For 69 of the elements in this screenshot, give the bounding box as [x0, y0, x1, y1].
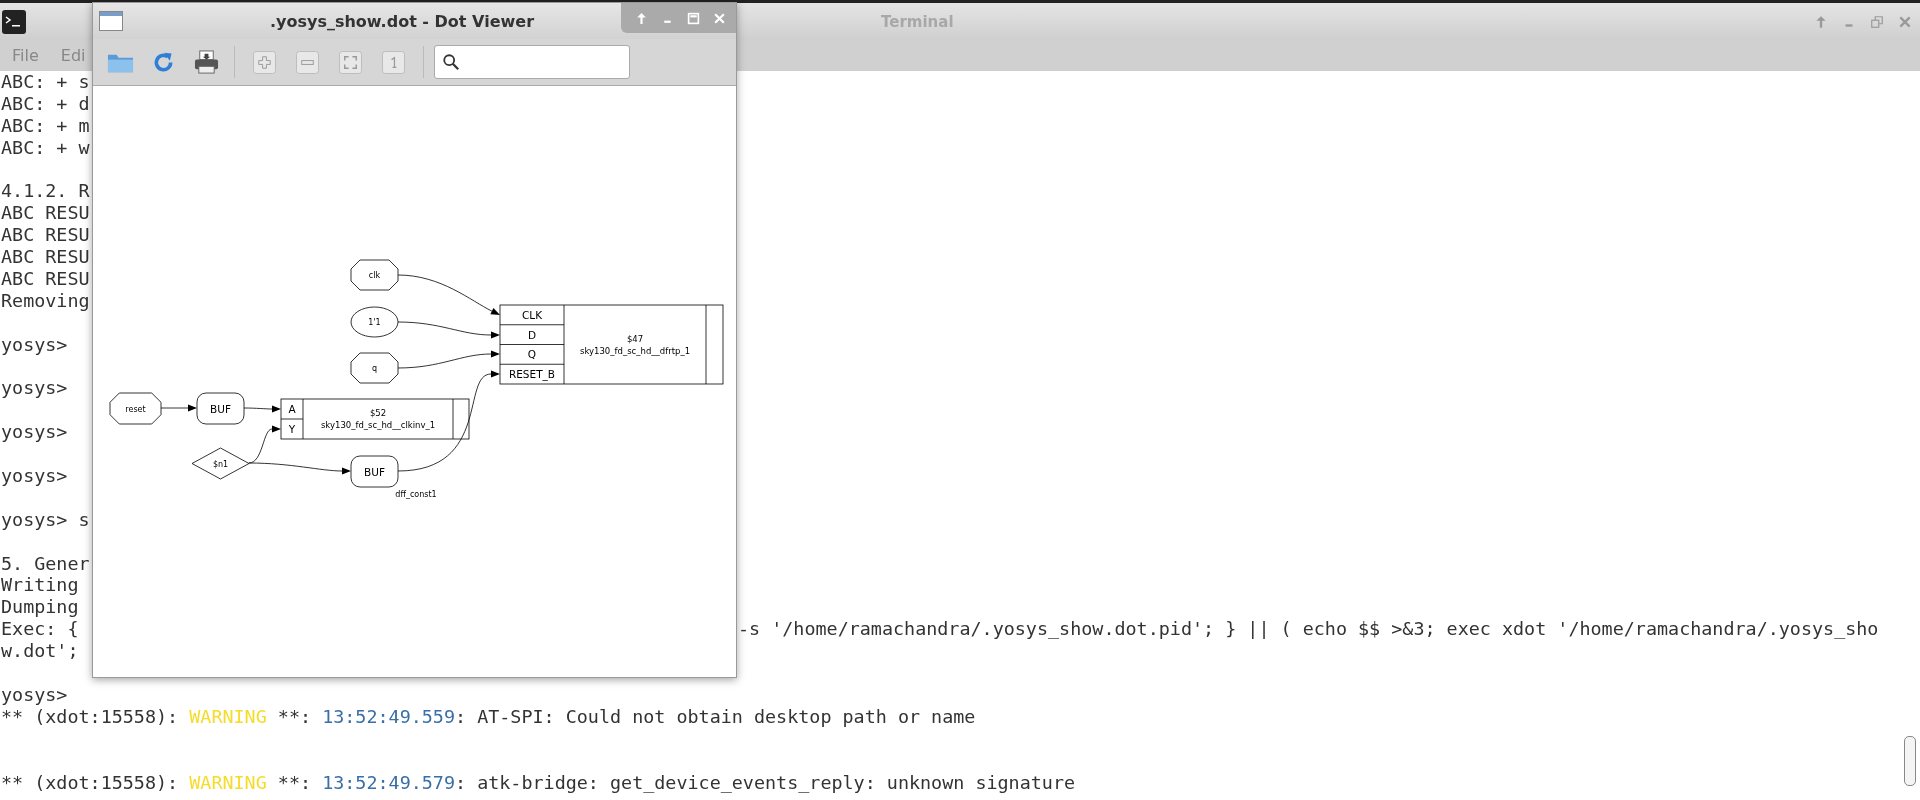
menu-item[interactable]: File — [12, 46, 39, 65]
terminal-line: Writing — [1, 574, 79, 596]
edge-arrow — [243, 405, 281, 413]
zoom-in-icon[interactable] — [253, 50, 276, 74]
window-title: .yosys_show.dot - Dot Viewer — [268, 11, 535, 31]
port-node — [109, 392, 162, 425]
port-label: A — [288, 403, 296, 415]
port-label: RESET_B — [508, 368, 556, 381]
terminal-line: ABC RESU — [1, 268, 90, 289]
terminal-line: ABC: + m — [1, 114, 90, 136]
terminal-line: -s '/home/ramachandra/.yosys_show.dot.pid'; } || ( echo $$ >&3; exec xdot '/home/ramachandra/.yosys_sho — [738, 618, 1880, 641]
cell-type: sky130_fd_sc_hd__dfrtp_1 — [579, 345, 691, 356]
terminal-line: ABC: + d — [1, 92, 90, 114]
buffer-node — [350, 455, 399, 488]
terminal-line: yosys> s — [1, 508, 90, 530]
terminal-line: w.dot'; — [1, 640, 79, 662]
cell-type: sky130_fd_sc_hd__clkinv_1 — [320, 420, 436, 430]
buffer-node — [196, 392, 245, 425]
search-icon — [442, 53, 460, 71]
terminal-line: ABC: + s — [1, 71, 90, 92]
zoom-original-icon[interactable] — [382, 50, 405, 74]
node-label: clk — [368, 271, 381, 280]
terminal-line: yosys> — [1, 683, 68, 705]
terminal-line: 4.1.2. R — [1, 180, 90, 202]
terminal-line: ABC: + w — [1, 136, 90, 158]
terminal-line: ABC RESU — [1, 202, 90, 224]
menu-item[interactable]: Edi — [60, 46, 86, 65]
arrow-up-icon[interactable] — [635, 11, 648, 25]
cell-name: $52 — [369, 408, 387, 418]
window-icon — [99, 11, 123, 31]
node-label: reset — [125, 404, 146, 414]
terminal-line: Removing — [1, 289, 90, 311]
search-field[interactable] — [434, 45, 630, 79]
port-label: Y — [288, 423, 296, 435]
edge-arrow — [160, 404, 197, 412]
terminal-line: yosys> — [1, 377, 68, 399]
node-label: BUF — [364, 465, 385, 478]
port-label: CLK — [521, 308, 543, 321]
terminal-line: ABC RESU — [1, 224, 90, 246]
zoom-out-icon[interactable] — [296, 50, 319, 74]
arrow-up-icon[interactable] — [1814, 14, 1828, 29]
cell-name: $47 — [626, 333, 644, 344]
printer-icon[interactable] — [193, 49, 220, 75]
terminal-line: ** (xdot:15558): WARNING **: 13:52:49.579: atk-bridge: get_device_events_reply: unknown signature — [1, 771, 1076, 793]
constant-node — [350, 306, 399, 338]
terminal-line: yosys> — [1, 421, 68, 443]
port-label: Q — [527, 348, 537, 361]
port-node — [350, 352, 399, 384]
terminal-icon — [2, 9, 26, 34]
terminal-line: 5. Gener — [1, 552, 90, 574]
terminal-line: ** (xdot:15558): WARNING **: 13:52:49.559: AT-SPI: Could not obtain desktop path or name — [1, 705, 976, 727]
maximize-icon[interactable] — [687, 11, 700, 25]
node-label: BUF — [210, 402, 231, 415]
zoom-fit-icon[interactable] — [339, 50, 362, 74]
node-label: q — [371, 364, 378, 373]
port-node — [350, 259, 399, 291]
node-label: $n1 — [212, 459, 229, 469]
terminal-line: yosys> — [1, 465, 68, 487]
terminal-line: ABC RESU — [1, 246, 90, 268]
terminal-line: yosys> — [1, 333, 68, 355]
restore-icon[interactable] — [1870, 14, 1884, 29]
port-label: D — [527, 328, 537, 341]
terminal-line: Exec: { — [1, 618, 80, 641]
scrollbar-thumb[interactable] — [1904, 736, 1916, 786]
wire-node — [191, 447, 250, 480]
node-label: 1'1 — [368, 318, 381, 327]
close-icon[interactable] — [1898, 14, 1912, 29]
terminal-line: Dumping — [1, 596, 79, 618]
node-label: dff_const1 — [395, 490, 437, 499]
